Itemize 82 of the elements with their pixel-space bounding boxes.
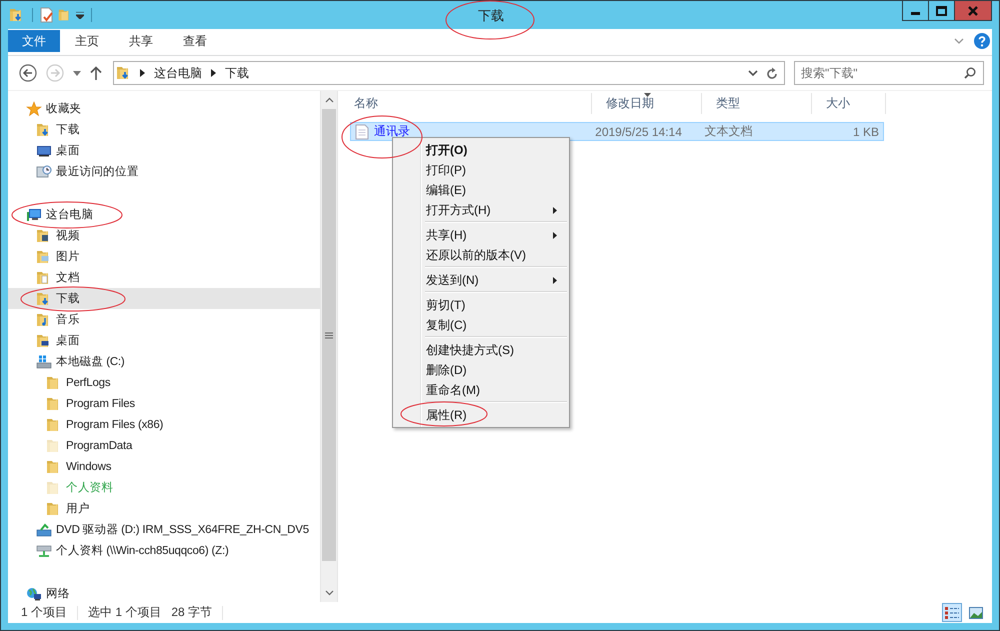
menu-item[interactable]: 属性(R): [395, 405, 567, 425]
tree-item[interactable]: ProgramData: [8, 435, 320, 456]
ribbon-tab[interactable]: 共享: [114, 30, 168, 52]
details-view-button[interactable]: [942, 603, 962, 622]
menu-item[interactable]: 重命名(M): [395, 380, 567, 400]
refresh-icon[interactable]: [766, 66, 778, 80]
menu-item[interactable]: 编辑(E): [395, 180, 567, 200]
tree-item[interactable]: 用户: [8, 498, 320, 519]
tree-item[interactable]: DVD 驱动器 (D:) IRM_SSS_X64FRE_ZH-CN_DV5: [8, 519, 320, 540]
tree-item[interactable]: 最近访问的位置: [8, 161, 320, 182]
tree-item[interactable]: 文档: [8, 267, 320, 288]
text-file-icon: [355, 124, 369, 140]
menu-item[interactable]: 创建快捷方式(S): [395, 340, 567, 360]
grip-icon: [325, 332, 333, 338]
chevron-icon[interactable]: [748, 70, 758, 76]
menu-item[interactable]: 删除(D): [395, 360, 567, 380]
file-tab[interactable]: 文件: [8, 30, 60, 52]
tree-item[interactable]: 下载: [8, 288, 320, 309]
breadcrumb-arrow-icon[interactable]: [140, 69, 145, 77]
tree-item[interactable]: 桌面: [8, 140, 320, 161]
submenu-arrow-icon: [553, 277, 557, 284]
address-bar[interactable]: 这台电脑 下载: [113, 61, 785, 85]
menu-item[interactable]: 还原以前的版本(V): [395, 245, 567, 265]
close-icon: [967, 6, 979, 16]
breadcrumb[interactable]: 下载: [225, 64, 249, 82]
scrollbar[interactable]: [320, 91, 338, 602]
tree-item[interactable]: 下载: [8, 119, 320, 140]
modified-date: 2019/5/25 14:14: [595, 124, 682, 138]
search-icon: [964, 67, 976, 79]
menu-item[interactable]: 复制(C): [395, 315, 567, 335]
scroll-up-icon[interactable]: [324, 97, 334, 103]
tree-item[interactable]: PerfLogs: [8, 372, 320, 393]
customize-icon[interactable]: [76, 12, 84, 18]
tree-item[interactable]: 视频: [8, 225, 320, 246]
menu-item[interactable]: 打开方式(H): [395, 200, 567, 220]
submenu-arrow-icon: [553, 207, 557, 214]
file-name: 通讯录: [374, 123, 410, 140]
file-type: 文本文档: [704, 123, 752, 140]
network-drive-icon: [36, 542, 52, 558]
ribbon-tab[interactable]: 主页: [60, 30, 114, 52]
up-arrow-icon[interactable]: [90, 66, 102, 80]
computer-icon: [26, 206, 42, 222]
menu-item[interactable]: 剪切(T): [395, 295, 567, 315]
tree-item[interactable]: 本地磁盘 (C:): [8, 351, 320, 372]
tree-item[interactable]: 图片: [8, 246, 320, 267]
minimize-button[interactable]: [902, 1, 929, 21]
file-size: 1 KB: [852, 124, 879, 138]
menu-item[interactable]: 打印(P): [395, 160, 567, 180]
submenu-arrow-icon: [553, 232, 557, 239]
star-icon: [26, 100, 42, 116]
help-icon[interactable]: [974, 33, 990, 49]
sort-arrow-icon: [644, 93, 651, 97]
menu-item[interactable]: 打开(O): [395, 140, 567, 160]
breadcrumb-arrow-icon[interactable]: [211, 69, 216, 77]
file-row[interactable]: 通讯录 2019/5/25 14:14 文本文档 1 KB: [350, 122, 884, 141]
selection-size: 28 字节: [171, 604, 212, 621]
search-field[interactable]: 搜索"下载": [794, 61, 984, 85]
dropdown-icon[interactable]: [73, 70, 81, 76]
selection-count: 选中 1 个项目: [88, 604, 162, 621]
tree-item[interactable]: 网络: [8, 583, 320, 604]
drive-icon: [36, 354, 52, 370]
tree-item[interactable]: 收藏夹: [8, 98, 320, 119]
ribbon-tab[interactable]: 查看: [168, 30, 222, 52]
tree-item[interactable]: 桌面: [8, 330, 320, 351]
tree-item[interactable]: Windows: [8, 456, 320, 477]
scroll-down-icon[interactable]: [324, 590, 334, 596]
back-icon[interactable]: [19, 64, 37, 82]
network-icon: [26, 586, 42, 602]
tree-item[interactable]: 音乐: [8, 309, 320, 330]
tree-item[interactable]: 个人资料 (\\Win-cch85uqqco6) (Z:): [8, 540, 320, 561]
tree-item[interactable]: Program Files: [8, 393, 320, 414]
properties-icon[interactable]: [40, 7, 54, 23]
breadcrumb[interactable]: 这台电脑: [154, 64, 202, 82]
menu-item[interactable]: 共享(H): [395, 225, 567, 245]
item-count: 1 个项目: [21, 604, 68, 621]
close-button[interactable]: [954, 1, 992, 21]
tree-item[interactable]: 这台电脑: [8, 204, 320, 225]
recent-places-icon: [36, 164, 52, 180]
window-title: 下载: [478, 7, 504, 25]
dvd-drive-icon: [36, 522, 52, 538]
tree-item[interactable]: Program Files (x86): [8, 414, 320, 435]
menu-item[interactable]: 发送到(N): [395, 270, 567, 290]
